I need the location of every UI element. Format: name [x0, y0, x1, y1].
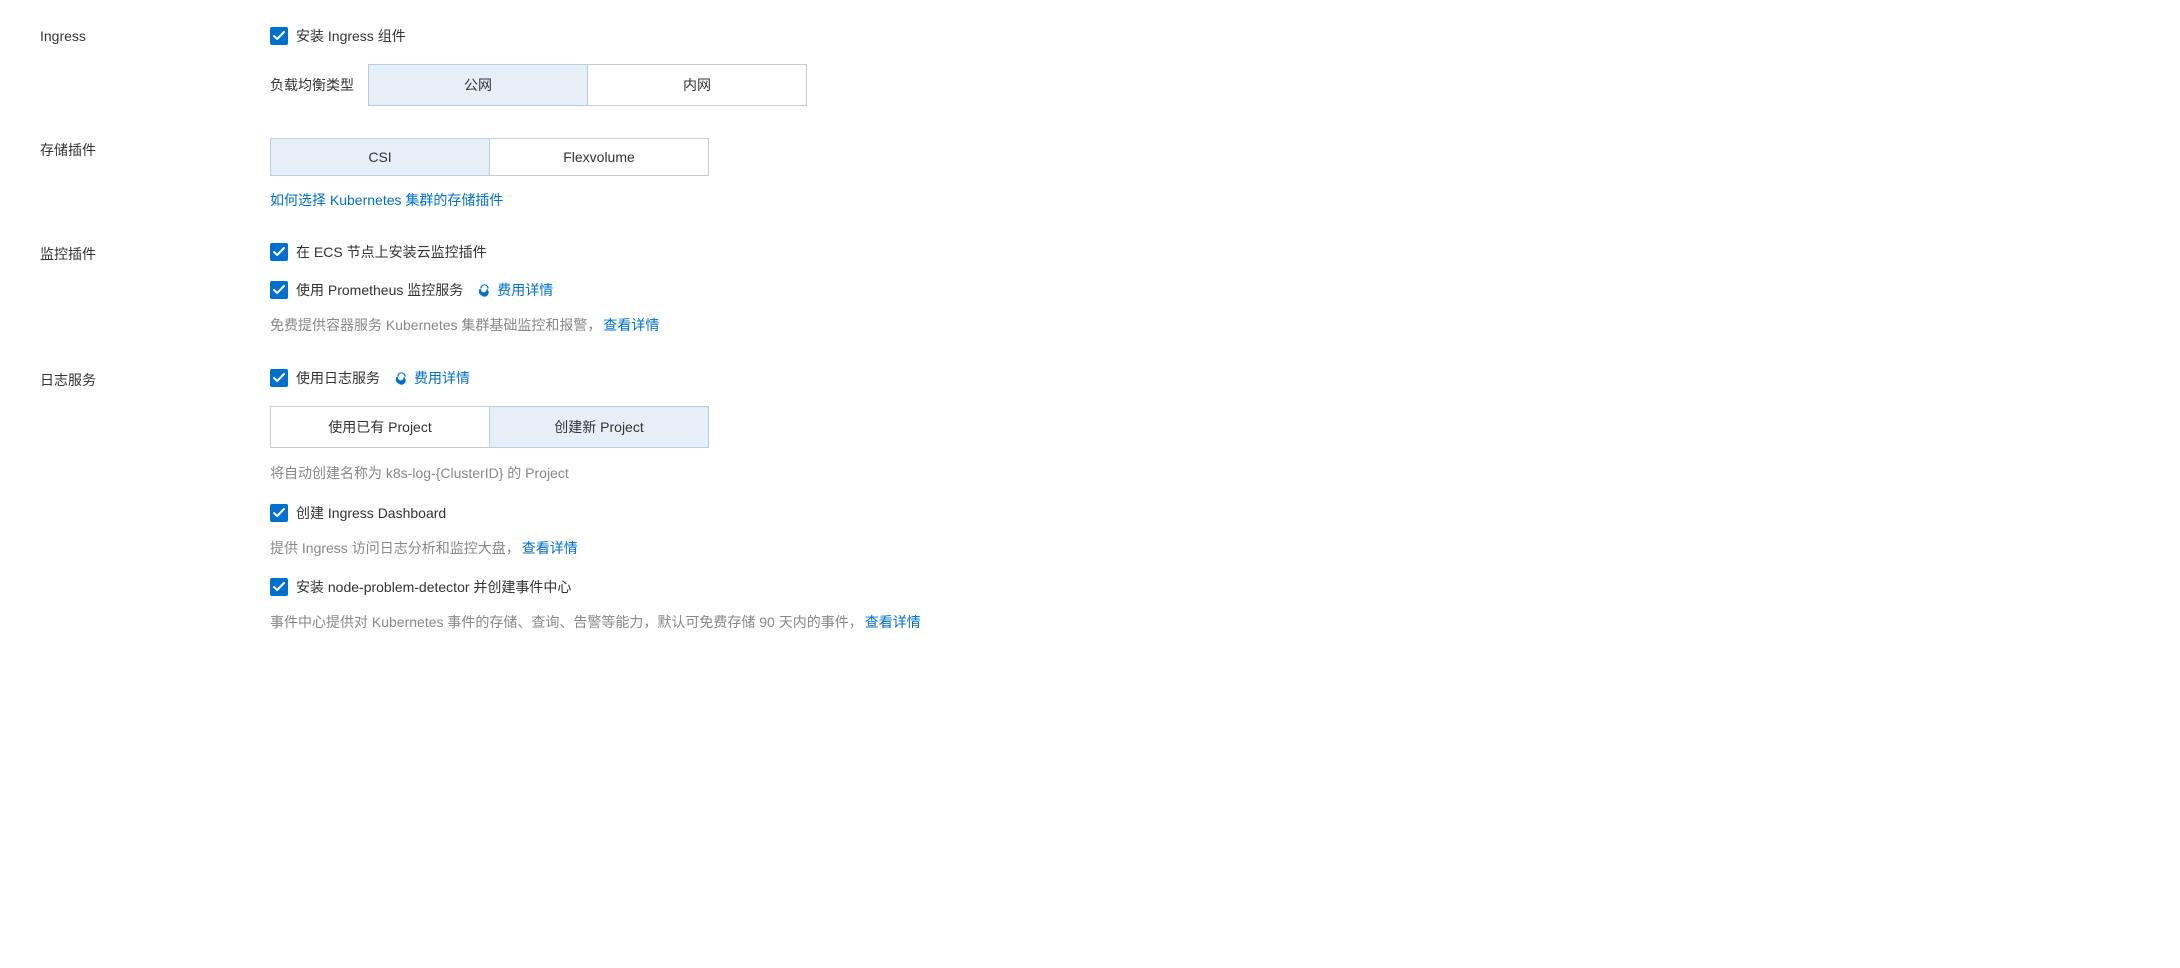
log-fee-text: 费用详情	[414, 368, 470, 388]
npd-desc: 事件中心提供对 Kubernetes 事件的存储、查询、告警等能力，默认可免费存…	[270, 611, 2140, 633]
ecs-monitor-checkbox[interactable]: 在 ECS 节点上安装云监控插件	[270, 242, 487, 262]
ingress-label: Ingress	[40, 20, 270, 44]
project-desc: 将自动创建名称为 k8s-log-{ClusterID} 的 Project	[270, 462, 2140, 484]
prometheus-fee-text: 费用详情	[497, 280, 553, 300]
link-icon	[394, 371, 409, 386]
storage-csi-button[interactable]: CSI	[270, 138, 490, 176]
ecs-monitor-label: 在 ECS 节点上安装云监控插件	[296, 242, 487, 262]
prometheus-desc-link[interactable]: 查看详情	[603, 317, 659, 333]
checkmark-icon	[270, 504, 288, 522]
ingress-dashboard-label: 创建 Ingress Dashboard	[296, 503, 446, 523]
storage-flexvolume-button[interactable]: Flexvolume	[489, 138, 709, 176]
ingress-dashboard-checkbox[interactable]: 创建 Ingress Dashboard	[270, 503, 446, 523]
install-ingress-label: 安装 Ingress 组件	[296, 26, 406, 46]
use-log-checkbox[interactable]: 使用日志服务	[270, 368, 380, 388]
npd-desc-link[interactable]: 查看详情	[865, 614, 921, 630]
use-log-label: 使用日志服务	[296, 368, 380, 388]
log-section: 日志服务 使用日志服务 费用详情 使用已有 Project 创建新 Projec…	[40, 362, 2140, 633]
storage-label: 存储插件	[40, 132, 270, 160]
lb-type-group: 公网 内网	[368, 64, 807, 106]
dashboard-desc: 提供 Ingress 访问日志分析和监控大盘，查看详情	[270, 537, 2140, 559]
checkmark-icon	[270, 281, 288, 299]
dashboard-desc-link[interactable]: 查看详情	[522, 540, 578, 556]
checkmark-icon	[270, 243, 288, 261]
lb-public-button[interactable]: 公网	[368, 64, 588, 106]
checkmark-icon	[270, 369, 288, 387]
prometheus-desc: 免费提供容器服务 Kubernetes 集群基础监控和报警，查看详情	[270, 314, 2140, 336]
monitor-section: 监控插件 在 ECS 节点上安装云监控插件 使用 Prometheus 监控服务	[40, 236, 2140, 354]
storage-plugin-group: CSI Flexvolume	[270, 138, 709, 176]
log-fee-link[interactable]: 费用详情	[394, 368, 470, 388]
npd-checkbox[interactable]: 安装 node-problem-detector 并创建事件中心	[270, 577, 571, 597]
existing-project-button[interactable]: 使用已有 Project	[270, 406, 490, 448]
prometheus-fee-link[interactable]: 费用详情	[477, 280, 553, 300]
checkmark-icon	[270, 27, 288, 45]
prometheus-checkbox[interactable]: 使用 Prometheus 监控服务	[270, 280, 463, 300]
log-label: 日志服务	[40, 362, 270, 390]
log-project-group: 使用已有 Project 创建新 Project	[270, 406, 709, 448]
storage-help-link[interactable]: 如何选择 Kubernetes 集群的存储插件	[270, 190, 503, 210]
checkmark-icon	[270, 578, 288, 596]
lb-private-button[interactable]: 内网	[587, 64, 807, 106]
link-icon	[477, 283, 492, 298]
install-ingress-checkbox[interactable]: 安装 Ingress 组件	[270, 26, 406, 46]
storage-section: 存储插件 CSI Flexvolume 如何选择 Kubernetes 集群的存…	[40, 132, 2140, 228]
new-project-button[interactable]: 创建新 Project	[489, 406, 709, 448]
lb-type-label: 负载均衡类型	[270, 75, 354, 95]
npd-label: 安装 node-problem-detector 并创建事件中心	[296, 577, 571, 597]
prometheus-label: 使用 Prometheus 监控服务	[296, 280, 463, 300]
ingress-section: Ingress 安装 Ingress 组件 负载均衡类型 公网 内网	[40, 20, 2140, 124]
monitor-label: 监控插件	[40, 236, 270, 264]
